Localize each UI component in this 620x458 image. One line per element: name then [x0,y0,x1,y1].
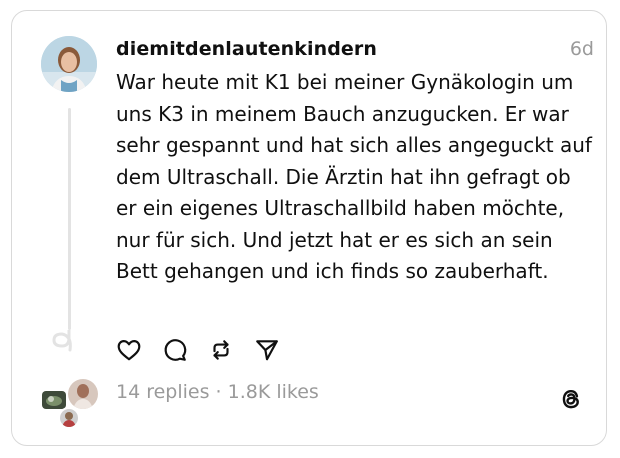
like-button[interactable] [116,337,142,363]
post-stats: 14 replies · 1.8K likes [116,381,319,403]
likes-count[interactable]: 1.8K likes [228,381,319,403]
heart-icon [117,340,141,361]
post-timestamp[interactable]: 6d [570,38,594,60]
comment-icon [164,339,187,361]
replier-avatar-3[interactable] [58,407,80,429]
reply-button[interactable] [162,337,188,363]
repost-icon [213,340,229,360]
threads-logo-icon[interactable] [558,386,584,412]
thread-loop-icon [52,330,72,352]
repost-button[interactable] [208,337,234,363]
author-username[interactable]: diemitdenlautenkindern [116,38,377,60]
thread-connector-line [68,108,71,330]
replier-avatar-2[interactable] [66,377,100,411]
send-icon [256,340,278,361]
author-avatar[interactable] [41,36,97,92]
replies-count[interactable]: 14 replies [116,381,210,403]
post-action-bar [116,336,280,364]
stats-separator: · [209,381,228,403]
share-button[interactable] [254,337,280,363]
post-body-text: War heute mit K1 bei meiner Gynäkologin … [116,70,592,283]
